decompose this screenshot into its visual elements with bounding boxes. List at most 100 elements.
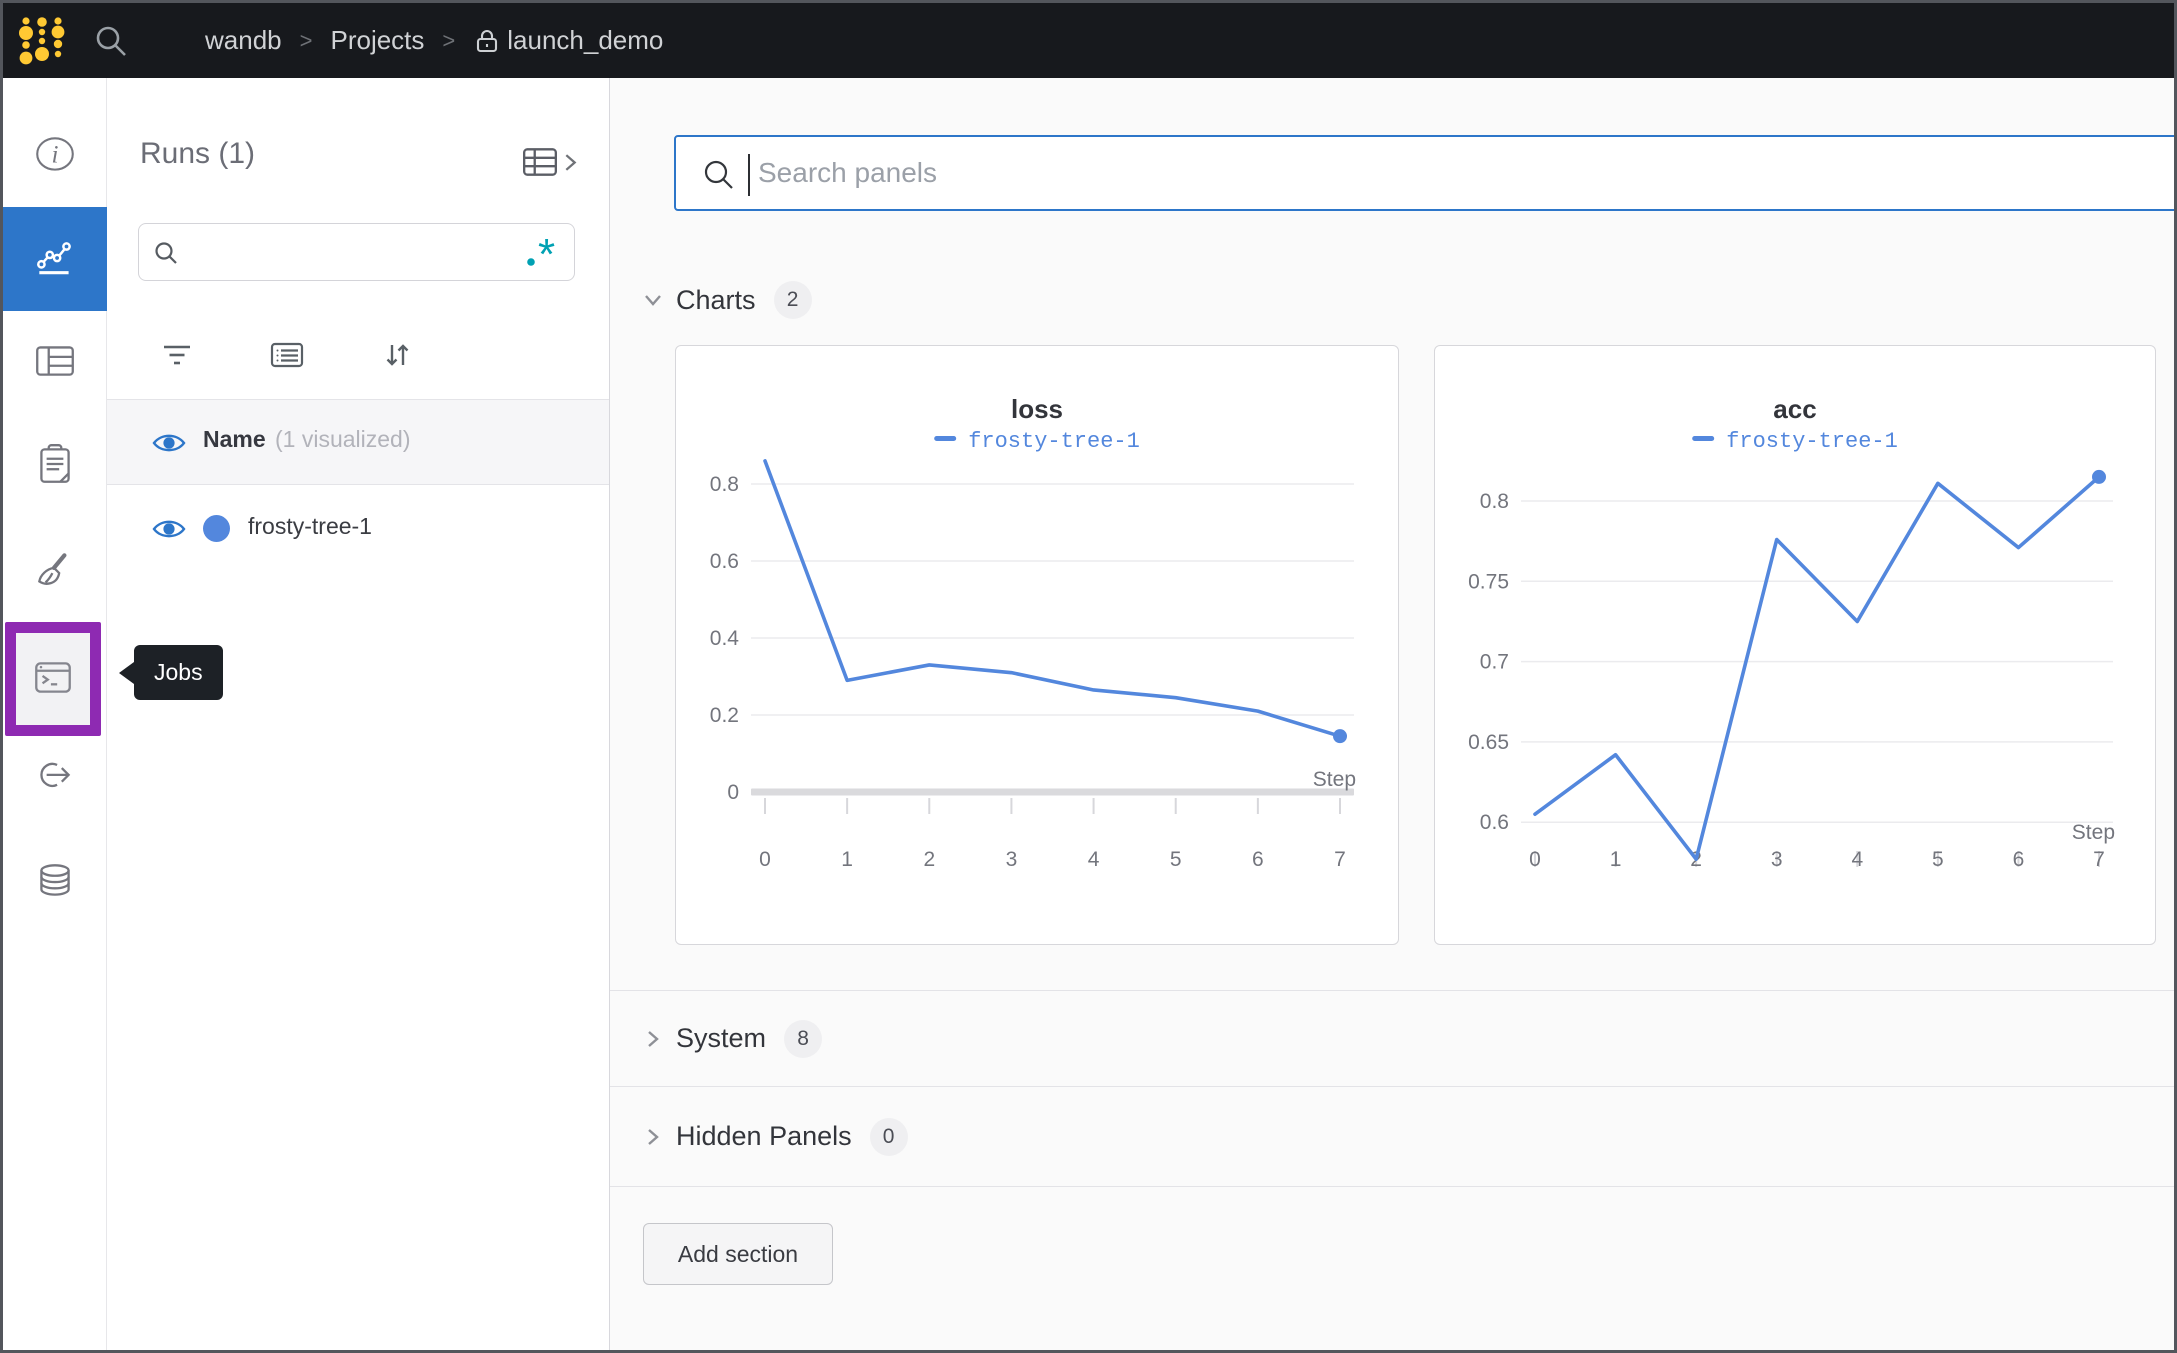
sidebar-item-sweeps[interactable] [3, 521, 107, 625]
breadcrumb-entity[interactable]: wandb [205, 25, 282, 56]
tooltip-label: Jobs [134, 645, 223, 700]
svg-text:2: 2 [923, 848, 935, 871]
section-label: Hidden Panels [676, 1121, 852, 1152]
section-label: Charts [676, 285, 756, 316]
runs-search-input[interactable] [191, 224, 521, 280]
runs-visualized-note: (1 visualized) [275, 426, 411, 453]
launch-icon [32, 754, 78, 805]
svg-text:0.65: 0.65 [1468, 731, 1509, 754]
sidebar-item-table[interactable] [3, 310, 107, 414]
svg-text:Step: Step [1313, 768, 1356, 791]
svg-text:3: 3 [1771, 848, 1783, 871]
database-icon [32, 858, 78, 909]
svg-text:frosty-tree-1: frosty-tree-1 [1726, 429, 1898, 454]
svg-text:4: 4 [1851, 848, 1863, 871]
project-sidebar: i [3, 78, 107, 1350]
breadcrumb-project[interactable]: launch_demo [473, 25, 663, 56]
svg-text:5: 5 [1932, 848, 1944, 871]
svg-text:*: * [538, 232, 555, 274]
svg-text:loss: loss [1011, 394, 1063, 424]
svg-text:4: 4 [1088, 848, 1100, 871]
svg-text:0.2: 0.2 [710, 704, 739, 727]
sidebar-item-jobs[interactable] [5, 622, 101, 736]
runs-header-row: Name (1 visualized) [107, 400, 609, 485]
wandb-logo-icon[interactable] [18, 14, 66, 68]
search-icon [153, 240, 179, 266]
svg-text:0.6: 0.6 [1480, 811, 1509, 834]
section-label: System [676, 1023, 766, 1054]
section-count-badge: 0 [870, 1118, 908, 1156]
add-section-button[interactable]: Add section [643, 1223, 833, 1285]
svg-text:Step: Step [2072, 821, 2115, 844]
section-header-system[interactable]: System 8 [610, 990, 2174, 1087]
svg-text:1: 1 [841, 848, 853, 871]
svg-text:5: 5 [1170, 848, 1182, 871]
svg-text:3: 3 [1006, 848, 1018, 871]
breadcrumb-separator: > [300, 28, 313, 54]
chevron-down-icon [640, 287, 666, 313]
svg-text:1: 1 [1610, 848, 1622, 871]
lock-icon [473, 27, 501, 55]
svg-text:0.8: 0.8 [1480, 490, 1509, 513]
project-name: launch_demo [507, 25, 663, 56]
runs-table-expand-button[interactable] [521, 142, 583, 182]
breadcrumb: wandb > Projects > launch_demo [205, 3, 663, 78]
info-icon: i [32, 132, 78, 183]
svg-text:frosty-tree-1: frosty-tree-1 [968, 429, 1140, 454]
svg-text:0.7: 0.7 [1480, 651, 1509, 674]
tooltip-arrow [119, 662, 134, 684]
broom-icon [32, 548, 78, 599]
svg-text:0: 0 [1529, 848, 1541, 871]
runs-toolbar [107, 327, 609, 385]
svg-text:0.75: 0.75 [1468, 570, 1509, 593]
section-header-hidden-panels[interactable]: Hidden Panels 0 [610, 1087, 2174, 1187]
svg-text:6: 6 [2013, 848, 2025, 871]
regex-toggle-icon[interactable]: * [522, 232, 564, 274]
section-header-charts[interactable]: Charts 2 [610, 278, 2174, 322]
sidebar-item-workspace[interactable] [3, 207, 107, 311]
svg-text:0.6: 0.6 [710, 550, 739, 573]
chevron-right-icon [640, 1026, 666, 1052]
svg-text:i: i [52, 141, 59, 168]
top-navbar: wandb > Projects > launch_demo [3, 3, 2174, 78]
chart-panel-acc[interactable]: 0.60.650.70.750.801234567Stepaccfrosty-t… [1434, 345, 2156, 945]
breadcrumb-projects[interactable]: Projects [330, 25, 424, 56]
runs-panel: Runs (1) * [107, 78, 610, 1350]
svg-text:7: 7 [2093, 848, 2105, 871]
search-icon [702, 158, 736, 192]
run-row[interactable]: frosty-tree-1 [107, 486, 609, 571]
clipboard-icon [32, 441, 78, 492]
sidebar-item-reports[interactable] [3, 414, 107, 518]
svg-text:0: 0 [759, 848, 771, 871]
jobs-tooltip: Jobs [119, 645, 223, 700]
svg-text:0.8: 0.8 [710, 473, 739, 496]
section-count-badge: 2 [774, 281, 812, 319]
text-cursor [748, 154, 750, 196]
panels-search-input[interactable] [758, 137, 2158, 209]
filter-icon[interactable] [159, 337, 195, 373]
table-icon [32, 337, 78, 388]
svg-text:0.4: 0.4 [710, 627, 740, 650]
sidebar-item-artifacts[interactable] [3, 831, 107, 935]
sort-icon[interactable] [379, 337, 415, 373]
panels-search-box [674, 135, 2174, 211]
sidebar-item-overview[interactable]: i [3, 105, 107, 209]
runs-search-box: * [138, 223, 575, 281]
runs-panel-title: Runs (1) [140, 137, 255, 171]
line-chart-icon [32, 234, 78, 285]
visibility-eye-icon[interactable] [151, 430, 187, 456]
runs-column-name: Name [203, 426, 266, 453]
svg-text:0: 0 [727, 781, 739, 804]
sidebar-item-launch[interactable] [3, 727, 107, 831]
wandb-app-window: wandb > Projects > launch_demo [0, 0, 2177, 1353]
chart-panel-loss[interactable]: 00.20.40.60.801234567Steplossfrosty-tree… [675, 345, 1399, 945]
visibility-eye-icon[interactable] [151, 516, 187, 542]
run-color-dot [203, 515, 230, 542]
group-list-icon[interactable] [269, 337, 305, 373]
global-search-icon[interactable] [93, 23, 129, 59]
svg-text:acc: acc [1773, 394, 1816, 424]
workspace-main: Charts 2 0 0.2 0.4 0.6 0.8 0 1 2 3 4 5 6 7 Step loss fr… [610, 78, 2174, 1350]
chevron-right-icon [640, 1124, 666, 1150]
breadcrumb-separator: > [442, 28, 455, 54]
run-name: frosty-tree-1 [248, 513, 372, 540]
